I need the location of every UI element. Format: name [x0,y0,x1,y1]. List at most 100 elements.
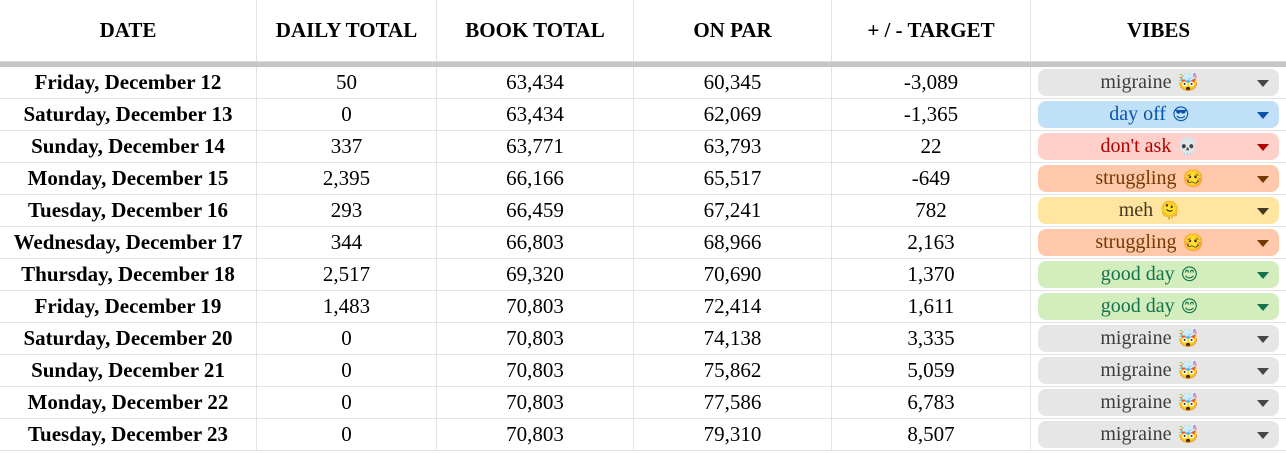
book-total-cell[interactable]: 63,434 [437,67,634,98]
daily-total-cell[interactable]: 0 [257,99,437,130]
vibe-dropdown-chip[interactable]: struggling 🥴 [1038,229,1279,256]
target-diff-cell[interactable]: -649 [832,163,1031,194]
on-par-cell[interactable]: 62,069 [634,99,832,130]
header-date[interactable]: DATE [0,0,257,61]
book-total-cell[interactable]: 70,803 [437,419,634,450]
vibes-cell[interactable]: migraine 🤯 [1031,419,1286,450]
target-diff-cell[interactable]: 1,611 [832,291,1031,322]
vibes-cell[interactable]: day off 😎 [1031,99,1286,130]
chevron-down-icon[interactable] [1257,208,1269,215]
date-cell[interactable]: Saturday, December 20 [0,323,257,354]
on-par-cell[interactable]: 65,517 [634,163,832,194]
vibe-dropdown-chip[interactable]: migraine 🤯 [1038,325,1279,352]
vibe-dropdown-chip[interactable]: migraine 🤯 [1038,389,1279,416]
target-diff-cell[interactable]: 2,163 [832,227,1031,258]
chevron-down-icon[interactable] [1257,432,1269,439]
vibes-cell[interactable]: migraine 🤯 [1031,67,1286,98]
book-total-cell[interactable]: 66,459 [437,195,634,226]
header-on-par[interactable]: ON PAR [634,0,832,61]
daily-total-cell[interactable]: 293 [257,195,437,226]
daily-total-cell[interactable]: 1,483 [257,291,437,322]
vibe-dropdown-chip[interactable]: day off 😎 [1038,101,1279,128]
on-par-cell[interactable]: 79,310 [634,419,832,450]
book-total-cell[interactable]: 63,771 [437,131,634,162]
on-par-cell[interactable]: 72,414 [634,291,832,322]
daily-total-cell[interactable]: 0 [257,355,437,386]
chevron-down-icon[interactable] [1257,368,1269,375]
book-total-cell[interactable]: 70,803 [437,387,634,418]
chevron-down-icon[interactable] [1257,144,1269,151]
on-par-cell[interactable]: 68,966 [634,227,832,258]
target-diff-cell[interactable]: -1,365 [832,99,1031,130]
daily-total-cell[interactable]: 337 [257,131,437,162]
daily-total-cell[interactable]: 0 [257,323,437,354]
vibes-cell[interactable]: don't ask 💀 [1031,131,1286,162]
chevron-down-icon[interactable] [1257,336,1269,343]
on-par-cell[interactable]: 60,345 [634,67,832,98]
book-total-cell[interactable]: 66,803 [437,227,634,258]
vibe-dropdown-chip[interactable]: migraine 🤯 [1038,69,1279,96]
book-total-cell[interactable]: 70,803 [437,291,634,322]
daily-total-cell[interactable]: 0 [257,387,437,418]
vibe-dropdown-chip[interactable]: migraine 🤯 [1038,357,1279,384]
date-cell[interactable]: Monday, December 22 [0,387,257,418]
target-diff-cell[interactable]: 5,059 [832,355,1031,386]
date-cell[interactable]: Tuesday, December 16 [0,195,257,226]
vibes-cell[interactable]: meh 🫠 [1031,195,1286,226]
vibes-cell[interactable]: migraine 🤯 [1031,355,1286,386]
target-diff-cell[interactable]: 1,370 [832,259,1031,290]
daily-total-cell[interactable]: 2,395 [257,163,437,194]
on-par-cell[interactable]: 75,862 [634,355,832,386]
on-par-cell[interactable]: 63,793 [634,131,832,162]
date-cell[interactable]: Wednesday, December 17 [0,227,257,258]
date-cell[interactable]: Monday, December 15 [0,163,257,194]
date-cell[interactable]: Tuesday, December 23 [0,419,257,450]
target-diff-cell[interactable]: 6,783 [832,387,1031,418]
date-cell[interactable]: Sunday, December 21 [0,355,257,386]
chevron-down-icon[interactable] [1257,80,1269,87]
target-diff-cell[interactable]: 22 [832,131,1031,162]
vibe-dropdown-chip[interactable]: meh 🫠 [1038,197,1279,224]
vibes-cell[interactable]: struggling 🥴 [1031,227,1286,258]
target-diff-cell[interactable]: 8,507 [832,419,1031,450]
vibes-cell[interactable]: good day 😊 [1031,259,1286,290]
vibe-dropdown-chip[interactable]: migraine 🤯 [1038,421,1279,448]
vibe-dropdown-chip[interactable]: struggling 🥴 [1038,165,1279,192]
vibes-cell[interactable]: migraine 🤯 [1031,323,1286,354]
header-book-total[interactable]: BOOK TOTAL [437,0,634,61]
header-daily-total[interactable]: DAILY TOTAL [257,0,437,61]
daily-total-cell[interactable]: 0 [257,419,437,450]
vibes-cell[interactable]: struggling 🥴 [1031,163,1286,194]
book-total-cell[interactable]: 70,803 [437,355,634,386]
chevron-down-icon[interactable] [1257,176,1269,183]
vibe-dropdown-chip[interactable]: good day 😊 [1038,261,1279,288]
on-par-cell[interactable]: 77,586 [634,387,832,418]
target-diff-cell[interactable]: 3,335 [832,323,1031,354]
book-total-cell[interactable]: 70,803 [437,323,634,354]
target-diff-cell[interactable]: 782 [832,195,1031,226]
book-total-cell[interactable]: 63,434 [437,99,634,130]
vibe-dropdown-chip[interactable]: good day 😊 [1038,293,1279,320]
chevron-down-icon[interactable] [1257,272,1269,279]
chevron-down-icon[interactable] [1257,304,1269,311]
daily-total-cell[interactable]: 2,517 [257,259,437,290]
on-par-cell[interactable]: 67,241 [634,195,832,226]
vibes-cell[interactable]: migraine 🤯 [1031,387,1286,418]
daily-total-cell[interactable]: 344 [257,227,437,258]
book-total-cell[interactable]: 69,320 [437,259,634,290]
date-cell[interactable]: Friday, December 12 [0,67,257,98]
date-cell[interactable]: Sunday, December 14 [0,131,257,162]
on-par-cell[interactable]: 70,690 [634,259,832,290]
header-vibes[interactable]: VIBES [1031,0,1286,61]
chevron-down-icon[interactable] [1257,240,1269,247]
book-total-cell[interactable]: 66,166 [437,163,634,194]
target-diff-cell[interactable]: -3,089 [832,67,1031,98]
chevron-down-icon[interactable] [1257,400,1269,407]
vibe-dropdown-chip[interactable]: don't ask 💀 [1038,133,1279,160]
date-cell[interactable]: Saturday, December 13 [0,99,257,130]
date-cell[interactable]: Thursday, December 18 [0,259,257,290]
daily-total-cell[interactable]: 50 [257,67,437,98]
vibes-cell[interactable]: good day 😊 [1031,291,1286,322]
header-target-diff[interactable]: + / - TARGET [832,0,1031,61]
on-par-cell[interactable]: 74,138 [634,323,832,354]
